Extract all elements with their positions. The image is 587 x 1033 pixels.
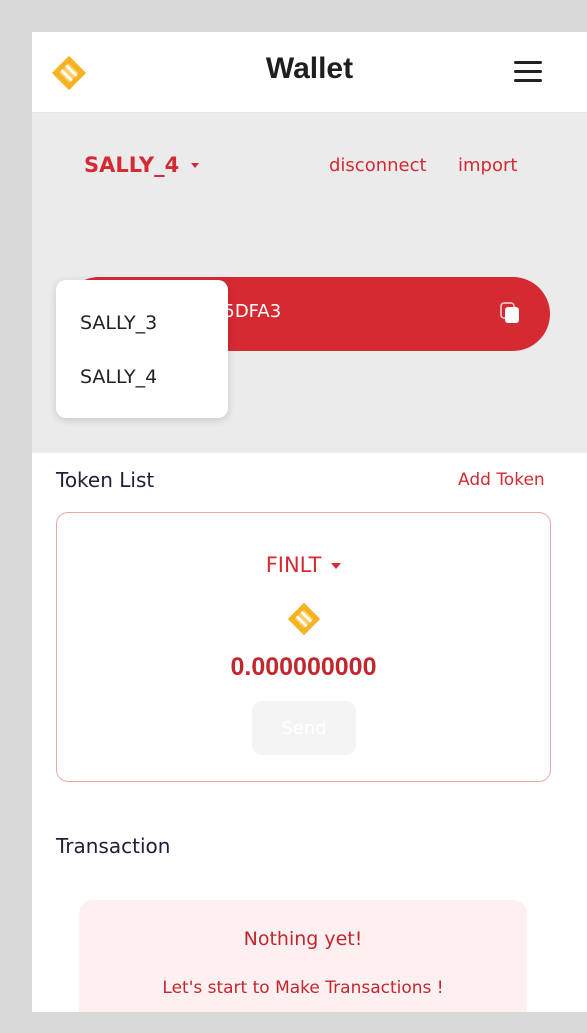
wallet-screen: Wallet SALLY_4 disconnect import E5DFA3 … <box>32 32 587 1012</box>
add-token-link[interactable]: Add Token <box>458 470 545 490</box>
dropdown-option-sally-3[interactable]: SALLY_3 <box>80 312 157 334</box>
token-selector[interactable]: FINLT <box>57 553 550 577</box>
account-section: SALLY_4 disconnect import E5DFA3 SALLY_3… <box>32 113 587 453</box>
empty-state-subtitle: Let's start to Make Transactions ! <box>162 978 444 998</box>
empty-transactions-box: Nothing yet! Let's start to Make Transac… <box>79 900 527 1012</box>
copy-icon[interactable] <box>500 302 520 324</box>
caret-down-icon <box>191 162 200 168</box>
send-button[interactable]: Send <box>252 701 356 755</box>
app-header: Wallet <box>32 32 587 113</box>
import-link[interactable]: import <box>458 155 517 176</box>
account-selector[interactable]: SALLY_4 <box>84 153 200 177</box>
token-balance: 0.000000000 <box>230 653 377 681</box>
selected-account-label: SALLY_4 <box>84 153 180 177</box>
token-list-heading: Token List <box>56 468 155 492</box>
dropdown-option-sally-4[interactable]: SALLY_4 <box>80 366 157 388</box>
hamburger-menu-icon[interactable] <box>514 61 542 83</box>
account-dropdown-menu: SALLY_3 SALLY_4 <box>56 280 228 418</box>
caret-down-icon <box>331 563 342 569</box>
token-symbol: FINLT <box>265 553 322 577</box>
disconnect-link[interactable]: disconnect <box>329 155 427 176</box>
empty-state-title: Nothing yet! <box>243 928 363 950</box>
token-logo-icon <box>287 602 321 636</box>
token-card: FINLT 0.000000000 Send <box>56 512 551 782</box>
page-title: Wallet <box>265 52 354 85</box>
transaction-heading: Transaction <box>56 834 171 858</box>
